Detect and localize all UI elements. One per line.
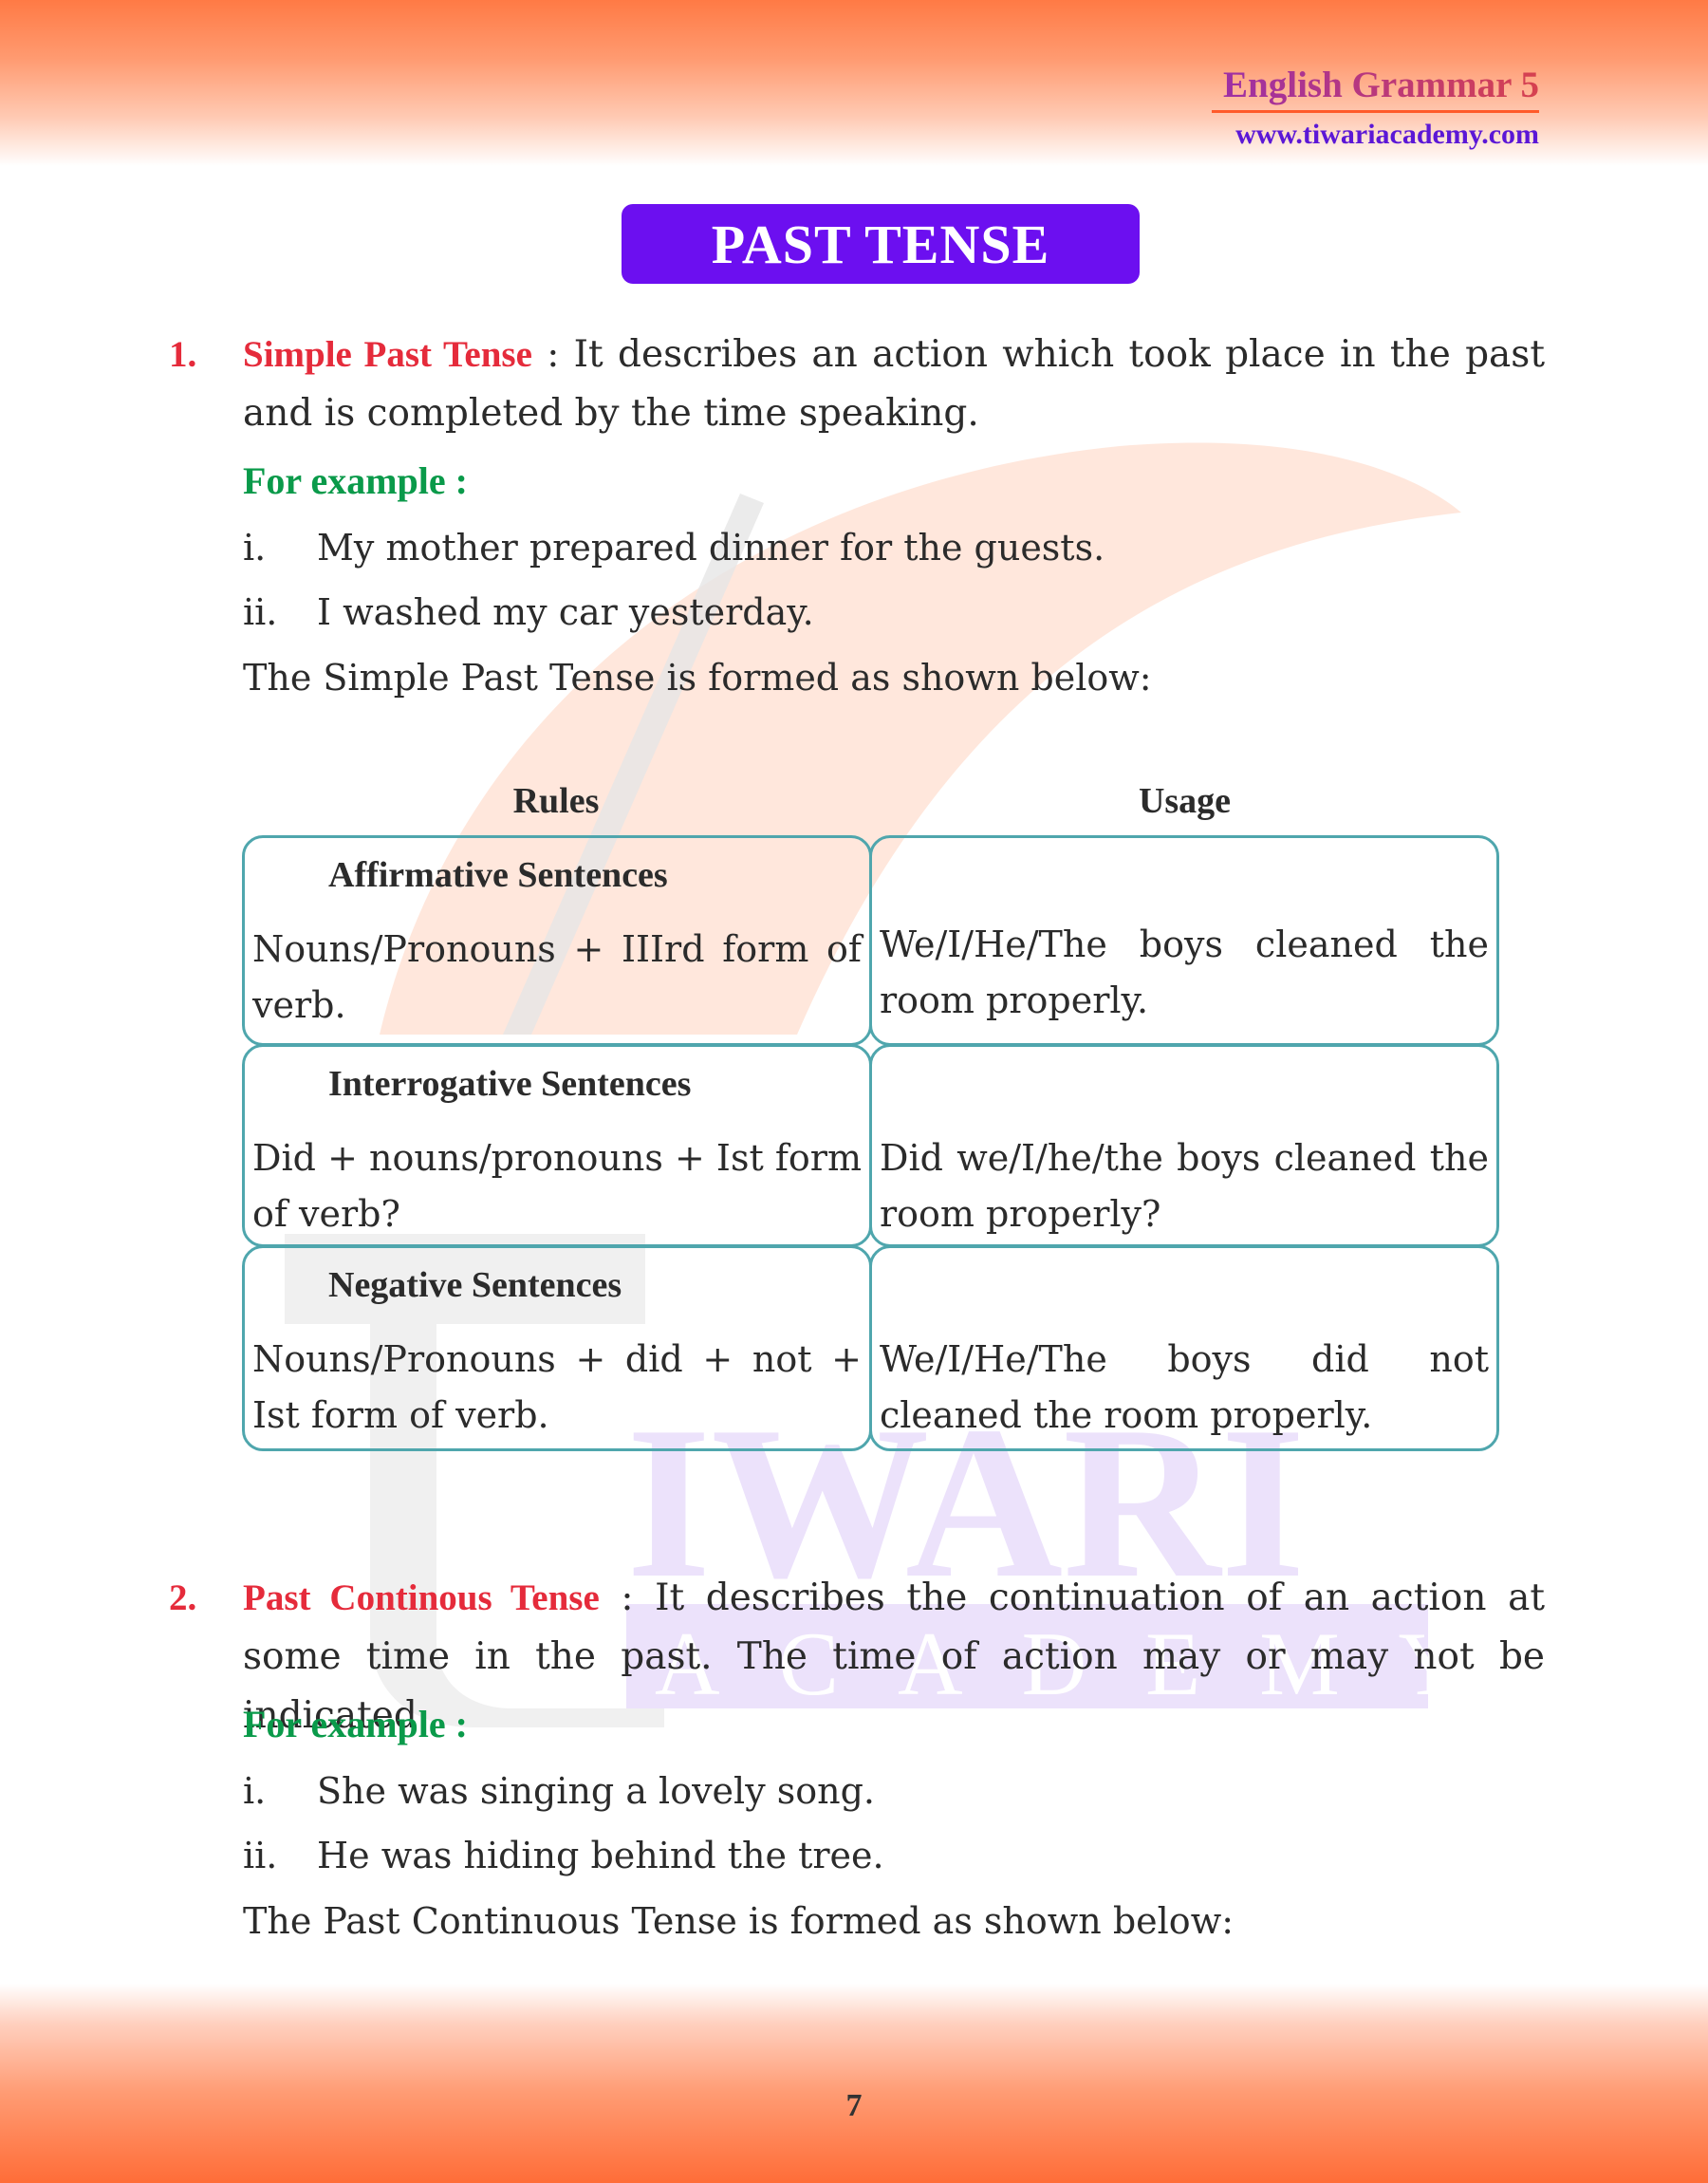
sentence-type: Negative Sentences bbox=[328, 1265, 622, 1305]
table-cell-rule: Negative Sentences Nouns/Pronouns + did … bbox=[242, 1245, 872, 1451]
sentence-type: Affirmative Sentences bbox=[328, 855, 668, 895]
table-cell-usage: We/I/He/The boys did not cleaned the roo… bbox=[869, 1245, 1499, 1451]
table-cell-usage: Did we/I/he/the boys cleaned the room pr… bbox=[869, 1044, 1499, 1247]
section-term: Past Continous Tense bbox=[243, 1577, 600, 1618]
brand-header: English Grammar 5 www.tiwariacademy.com bbox=[1212, 65, 1539, 151]
section-number: 1. bbox=[169, 334, 197, 375]
example-label: For example : bbox=[243, 1703, 468, 1745]
table-header-usage: Usage bbox=[1138, 781, 1232, 821]
website-link[interactable]: www.tiwariacademy.com bbox=[1212, 119, 1539, 151]
usage-text: We/I/He/The boys cleaned the room proper… bbox=[880, 924, 1489, 1021]
footer-gradient-band bbox=[0, 1984, 1708, 2183]
example-item: i. My mother prepared dinner for the gues… bbox=[243, 527, 1105, 569]
usage-text: Did we/I/he/the boys cleaned the room pr… bbox=[880, 1137, 1489, 1235]
usage-text: We/I/He/The boys did not cleaned the roo… bbox=[880, 1338, 1489, 1436]
example-item: ii. He was hiding behind the tree. bbox=[243, 1835, 884, 1876]
rule-text: Nouns/Pronouns + did + not + Ist form of… bbox=[252, 1338, 862, 1436]
rule-text: Nouns/Pronouns + IIIrd form of verb. bbox=[252, 928, 862, 1026]
page-number: 7 bbox=[845, 2088, 863, 2123]
brand-divider bbox=[1212, 110, 1539, 113]
table-cell-rule: Affirmative Sentences Nouns/Pronouns + I… bbox=[242, 835, 872, 1046]
book-title: English Grammar 5 bbox=[1212, 65, 1539, 106]
table-cell-usage: We/I/He/The boys cleaned the room proper… bbox=[869, 835, 1499, 1046]
section-1-definition: 1. Simple Past Tense : It describes an a… bbox=[169, 326, 1545, 443]
table-cell-rule: Interrogative Sentences Did + nouns/pron… bbox=[242, 1044, 872, 1247]
page-title-banner: PAST TENSE bbox=[622, 204, 1140, 284]
formation-note: The Past Continuous Tense is formed as s… bbox=[243, 1900, 1235, 1942]
example-item: i. She was singing a lovely song. bbox=[243, 1770, 875, 1812]
rule-text: Did + nouns/pronouns + Ist form of verb? bbox=[252, 1137, 862, 1235]
section-number: 2. bbox=[169, 1577, 197, 1618]
table-header-rules: Rules bbox=[512, 781, 600, 821]
page-title: PAST TENSE bbox=[711, 213, 1050, 275]
sentence-type: Interrogative Sentences bbox=[328, 1064, 692, 1104]
section-term: Simple Past Tense bbox=[243, 334, 532, 375]
example-item: ii. I washed my car yesterday. bbox=[243, 591, 814, 633]
example-label: For example : bbox=[243, 459, 468, 502]
formation-note: The Simple Past Tense is formed as shown… bbox=[243, 657, 1152, 699]
